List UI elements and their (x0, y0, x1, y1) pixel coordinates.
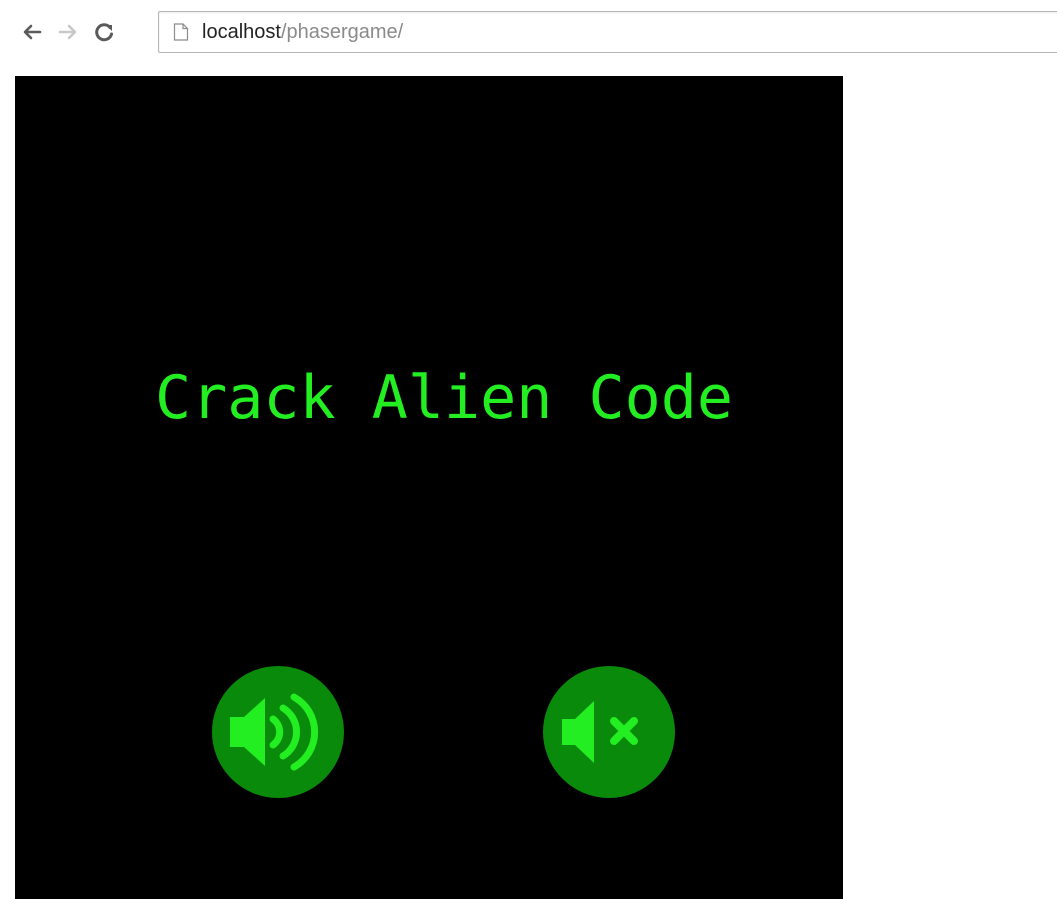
sound-off-button[interactable] (542, 665, 676, 799)
arrow-left-icon (23, 24, 42, 40)
back-button[interactable] (18, 18, 46, 46)
url-text: localhost/phasergame/ (202, 20, 403, 44)
page-icon (173, 23, 189, 41)
arrow-right-icon (58, 24, 77, 40)
game-title: Crack Alien Code (155, 363, 733, 433)
sound-on-button[interactable] (211, 665, 345, 799)
url-host: localhost (202, 21, 281, 43)
reload-icon (95, 23, 113, 42)
browser-toolbar: localhost/phasergame/ (0, 0, 1057, 64)
speaker-on-icon (212, 666, 344, 798)
game-canvas[interactable]: Crack Alien Code (15, 76, 843, 899)
url-path: /phasergame/ (280, 21, 404, 43)
speaker-mute-icon (543, 666, 675, 798)
forward-button[interactable] (54, 18, 82, 46)
reload-button[interactable] (90, 18, 118, 46)
address-bar[interactable]: localhost/phasergame/ (158, 11, 1057, 53)
